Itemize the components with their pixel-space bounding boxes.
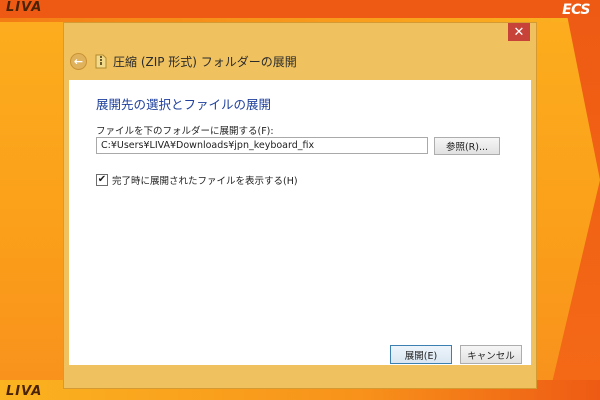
show-files-checkbox[interactable]: ✔ [96, 174, 108, 186]
window-title: 圧縮 (ZIP 形式) フォルダーの展開 [113, 54, 297, 69]
back-arrow-icon: ← [73, 54, 84, 68]
wallpaper-top-stripe [0, 0, 600, 22]
show-files-option[interactable]: ✔ 完了時に展開されたファイルを表示する(H) [96, 173, 298, 187]
destination-label: ファイルを下のフォルダーに展開する(F): [96, 126, 274, 137]
extract-button[interactable]: 展開(E) [390, 345, 452, 364]
destination-path-input[interactable]: C:¥Users¥LIVA¥Downloads¥jpn_keyboard_fix [96, 137, 428, 154]
close-icon: ✕ [513, 24, 525, 40]
close-button[interactable]: ✕ [508, 23, 530, 41]
checkmark-icon: ✔ [97, 174, 107, 185]
dialog-content: 展開先の選択とファイルの展開 ファイルを下のフォルダーに展開する(F): C:¥… [69, 80, 531, 365]
browse-button[interactable]: 参照(R)... [434, 137, 500, 155]
liva-logo-bottom: LIVA [6, 384, 43, 399]
cancel-button[interactable]: キャンセル [460, 345, 522, 364]
back-button[interactable]: ← [70, 52, 87, 70]
extract-dialog-window: ✕ ← 圧縮 (ZIP 形式) フォルダーの展開 展開先の選択とファイルの展開 … [63, 22, 537, 389]
title-bar: ← 圧縮 (ZIP 形式) フォルダーの展開 [70, 51, 510, 71]
ecs-logo: ECS [562, 2, 590, 18]
show-files-label[interactable]: 完了時に展開されたファイルを表示する(H) [112, 173, 298, 187]
page-heading: 展開先の選択とファイルの展開 [96, 97, 272, 112]
liva-logo-top: LIVA [6, 0, 43, 15]
zip-folder-icon [95, 54, 107, 69]
